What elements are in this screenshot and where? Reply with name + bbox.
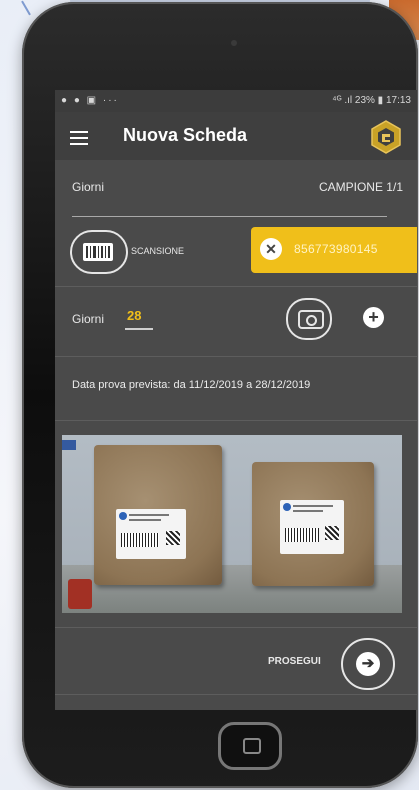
photo-background-object <box>68 579 92 609</box>
add-photo-button[interactable]: + <box>363 307 384 328</box>
photo-background-object <box>62 440 76 450</box>
divider <box>55 286 417 287</box>
divider <box>72 216 387 217</box>
camera-lens <box>306 315 317 326</box>
concrete-specimen <box>94 445 222 585</box>
sample-counter: CAMPIONE 1/1 <box>318 180 403 194</box>
status-bar: ● ● ▣ ··· ⁴ᴳ .ıl 23% ▮ 17:13 <box>55 90 417 112</box>
arrow-right-icon: ➔ <box>356 652 380 676</box>
app-screen: ● ● ▣ ··· ⁴ᴳ .ıl 23% ▮ 17:13 Nuova Sched… <box>55 90 417 710</box>
background-line <box>21 0 31 16</box>
concrete-specimen <box>252 462 374 586</box>
expected-test-date: Data prova prevista: da 11/12/2019 a 28/… <box>72 379 311 391</box>
continue-button[interactable]: ➔ <box>341 638 395 690</box>
remove-code-icon[interactable]: ✕ <box>260 238 282 260</box>
days-label: Giorni <box>72 312 105 326</box>
specimen-label <box>116 509 186 559</box>
menu-icon[interactable] <box>70 131 88 145</box>
camera-button[interactable] <box>286 298 332 340</box>
specimen-label <box>280 500 344 554</box>
divider <box>55 420 417 421</box>
days-input[interactable]: 28 <box>127 308 141 323</box>
scan-label: SCANSIONE <box>131 246 185 256</box>
days-section-label: Giorni <box>72 180 105 194</box>
divider <box>55 356 417 357</box>
scanned-code-chip: ✕ 856773980145 <box>251 227 417 273</box>
continue-label: PROSEGUI <box>268 656 321 667</box>
status-notification-icons: ● ● ▣ ··· <box>61 95 119 106</box>
days-input-underline <box>125 328 153 330</box>
front-camera <box>231 40 237 46</box>
status-system-info: ⁴ᴳ .ıl 23% ▮ 17:13 <box>332 95 411 106</box>
scanned-code-value: 856773980145 <box>294 242 378 256</box>
barcode-icon <box>83 243 113 261</box>
app-logo <box>371 120 401 154</box>
scan-button[interactable] <box>70 230 128 274</box>
sample-header-row: Giorni CAMPIONE 1/1 <box>55 160 417 208</box>
divider <box>55 627 417 628</box>
divider <box>55 694 417 695</box>
camera-icon <box>298 310 324 329</box>
sample-photo[interactable] <box>62 435 402 613</box>
page-title: Nuova Scheda <box>123 125 248 145</box>
app-bar: Nuova Scheda <box>55 112 417 160</box>
home-square-icon <box>243 738 261 754</box>
home-button[interactable] <box>218 722 282 770</box>
